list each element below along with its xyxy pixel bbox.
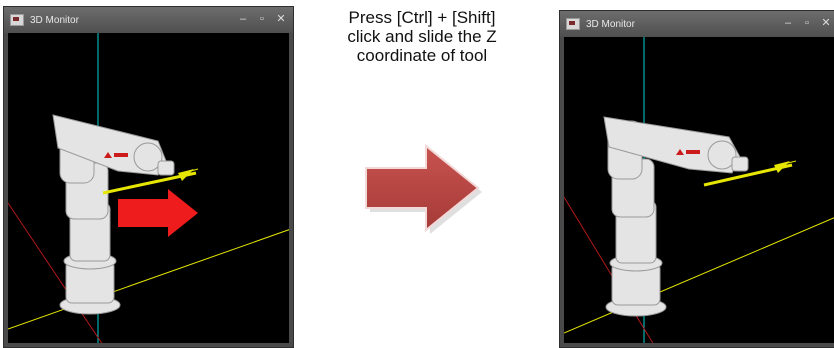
maximize-icon[interactable]: ▫	[256, 12, 268, 26]
minimize-icon[interactable]: ‒	[237, 12, 249, 26]
close-icon[interactable]: ✕	[275, 12, 287, 26]
grid-line	[564, 217, 834, 334]
right-3d-viewport[interactable]	[564, 37, 834, 343]
right-3d-monitor-window[interactable]: 3D Monitor ‒ ▫ ✕	[559, 10, 834, 348]
instruction-caption: Press [Ctrl] + [Shift] click and slide t…	[302, 8, 542, 65]
grid-line	[8, 229, 289, 330]
left-window-titlebar[interactable]: 3D Monitor ‒ ▫ ✕	[4, 7, 293, 33]
window-title: 3D Monitor	[30, 14, 79, 26]
caption-line: coordinate of tool	[356, 46, 488, 65]
window-title: 3D Monitor	[586, 18, 635, 30]
app-icon	[10, 14, 24, 26]
maximize-icon[interactable]: ▫	[801, 16, 813, 30]
minimize-icon[interactable]: ‒	[782, 16, 794, 30]
left-3d-monitor-window[interactable]: 3D Monitor ‒ ▫ ✕	[3, 6, 294, 348]
robot-arm	[603, 116, 749, 317]
close-icon[interactable]: ✕	[820, 16, 832, 30]
left-3d-viewport[interactable]	[8, 33, 289, 343]
caption-line: click and slide the Z	[347, 27, 497, 46]
right-window-titlebar[interactable]: 3D Monitor ‒ ▫ ✕	[560, 11, 834, 37]
move-arrow	[118, 189, 198, 237]
transition-arrow-icon	[365, 143, 482, 234]
app-icon	[566, 18, 580, 30]
caption-line: Press [Ctrl] + [Shift]	[348, 8, 496, 27]
